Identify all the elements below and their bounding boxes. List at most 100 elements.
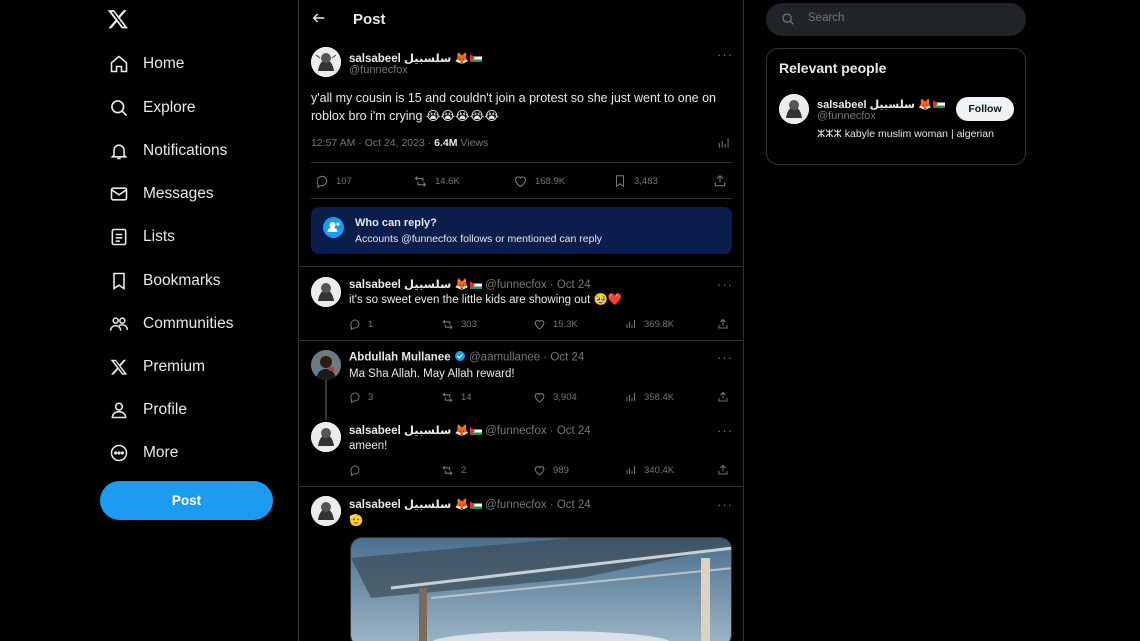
- avatar[interactable]: [311, 47, 341, 77]
- reply-text: Ma Sha Allah. May Allah reward!: [349, 368, 515, 380]
- nav-lists[interactable]: Lists: [100, 217, 175, 257]
- views-count: 6.4M: [434, 137, 458, 149]
- nav-explore[interactable]: Explore: [100, 88, 196, 128]
- reply-count: 107: [336, 175, 352, 187]
- palestine-flag-icon: [469, 280, 482, 289]
- more-options-icon[interactable]: ···: [717, 423, 733, 438]
- avatar[interactable]: [311, 277, 341, 307]
- reply-actions: 2 989 340.4K: [349, 462, 732, 478]
- views-button[interactable]: 340.4K: [625, 464, 674, 476]
- repost-button[interactable]: 14.6K: [413, 174, 460, 189]
- reply-box-title: Who can reply?: [355, 217, 437, 229]
- like-count: 989: [553, 464, 569, 476]
- like-button[interactable]: 989: [533, 464, 569, 477]
- reply-meta[interactable]: @funnecfox · Oct 24: [485, 279, 591, 291]
- repost-count: 14: [461, 391, 472, 403]
- reply-button[interactable]: [349, 464, 368, 476]
- reply-meta[interactable]: @funnecfox · Oct 24: [485, 425, 591, 437]
- avatar[interactable]: [311, 496, 341, 526]
- analytics-icon[interactable]: [717, 136, 731, 155]
- nav-lists-label: Lists: [143, 228, 175, 245]
- post-button[interactable]: Post: [100, 481, 273, 520]
- main-post-text: y'all my cousin is 15 and couldn't join …: [311, 91, 717, 123]
- palestine-flag-icon: [469, 500, 482, 509]
- reply-button[interactable]: 3: [349, 391, 373, 403]
- search-bar[interactable]: [766, 3, 1026, 36]
- nav-premium-label: Premium: [143, 358, 206, 375]
- left-sidebar: Home Explore Notifications Messages List…: [100, 0, 298, 641]
- nav-communities[interactable]: Communities: [100, 304, 233, 344]
- author-name[interactable]: salsabeel سلسبيل 🦊: [349, 425, 469, 437]
- share-icon[interactable]: [717, 464, 736, 476]
- more-options-icon[interactable]: ···: [717, 47, 733, 62]
- reply-meta[interactable]: @funnecfox · Oct 24: [485, 499, 591, 511]
- repost-count: 2: [461, 464, 467, 476]
- reply-actions: 3 14 3,904 358.4K: [349, 389, 732, 405]
- divider: [299, 266, 743, 267]
- views-button[interactable]: 358.4K: [625, 391, 674, 403]
- like-button[interactable]: 15.3K: [533, 318, 578, 331]
- views-count: 358.4K: [644, 391, 675, 403]
- nav-messages[interactable]: Messages: [100, 174, 214, 214]
- author-handle[interactable]: @funnecfox: [817, 110, 876, 122]
- bookmark-button[interactable]: 3,483: [613, 174, 658, 188]
- main-post-actions: 107 14.6K 168.9K 3,483: [311, 172, 732, 190]
- more-options-icon[interactable]: ···: [717, 497, 733, 512]
- author-name[interactable]: salsabeel سلسبيل 🦊: [349, 499, 469, 511]
- author-name[interactable]: salsabeel سلسبيل 🦊: [349, 279, 469, 291]
- relevant-people-panel: Relevant people salsabeel سلسبيل 🦊 @funn…: [766, 48, 1026, 165]
- back-arrow-icon[interactable]: [311, 10, 331, 30]
- reply-button[interactable]: 107: [315, 174, 352, 188]
- nav-messages-label: Messages: [143, 185, 214, 202]
- like-button[interactable]: 168.9K: [513, 174, 565, 189]
- divider: [299, 340, 743, 341]
- reply-box-subtitle: Accounts @funnecfox follows or mentioned…: [355, 233, 603, 245]
- x-logo-icon: [107, 355, 131, 379]
- like-button[interactable]: 3,904: [533, 391, 577, 404]
- nav-notifications[interactable]: Notifications: [100, 131, 227, 171]
- repost-button[interactable]: 303: [441, 318, 477, 331]
- nav-explore-label: Explore: [143, 99, 196, 116]
- reply-header: Abdullah Mullanee @aamullanee · Oct 24: [349, 350, 584, 365]
- share-icon[interactable]: [717, 391, 736, 403]
- palestine-flag-icon: [469, 426, 482, 435]
- reply-meta[interactable]: @aamullanee · Oct 24: [469, 352, 584, 364]
- views-count: 340.4K: [644, 464, 675, 476]
- like-count: 15.3K: [553, 318, 578, 330]
- avatar[interactable]: [311, 350, 341, 380]
- share-icon[interactable]: [713, 174, 734, 188]
- list-icon: [107, 225, 131, 249]
- reply-count: 3: [368, 391, 374, 403]
- nav-notifications-label: Notifications: [143, 142, 228, 159]
- bookmark-count: 3,483: [634, 175, 658, 187]
- views-button[interactable]: 369.8K: [625, 318, 674, 330]
- bell-icon: [107, 139, 131, 163]
- repost-button[interactable]: 2: [441, 464, 466, 477]
- attached-image[interactable]: [350, 537, 732, 641]
- verified-badge-icon: [454, 350, 466, 365]
- divider: [299, 486, 743, 487]
- main-column: Post salsabeel سلسبيل 🦊 @funnecfox ··· y…: [298, 0, 744, 641]
- divider: [311, 162, 732, 163]
- nav-more[interactable]: More: [100, 433, 178, 473]
- nav-profile[interactable]: Profile: [100, 390, 187, 430]
- avatar[interactable]: [311, 422, 341, 452]
- relevant-people-title: Relevant people: [779, 60, 887, 76]
- repost-button[interactable]: 14: [441, 391, 472, 404]
- avatar[interactable]: [779, 94, 809, 124]
- views-count: 369.8K: [644, 318, 675, 330]
- author-handle[interactable]: @funnecfox: [349, 64, 408, 76]
- reply-button[interactable]: 1: [349, 318, 373, 330]
- nav-home[interactable]: Home: [100, 44, 184, 84]
- share-icon[interactable]: [717, 318, 736, 330]
- search-input[interactable]: [808, 12, 1008, 24]
- nav-communities-label: Communities: [143, 315, 234, 332]
- nav-bookmarks[interactable]: Bookmarks: [100, 261, 221, 301]
- author-name[interactable]: Abdullah Mullanee: [349, 352, 451, 364]
- more-options-icon[interactable]: ···: [717, 277, 733, 292]
- more-options-icon[interactable]: ···: [717, 350, 733, 365]
- x-logo-icon[interactable]: [107, 8, 131, 32]
- mention-icon: [323, 217, 344, 238]
- nav-premium[interactable]: Premium: [100, 347, 205, 387]
- follow-button[interactable]: Follow: [956, 97, 1014, 121]
